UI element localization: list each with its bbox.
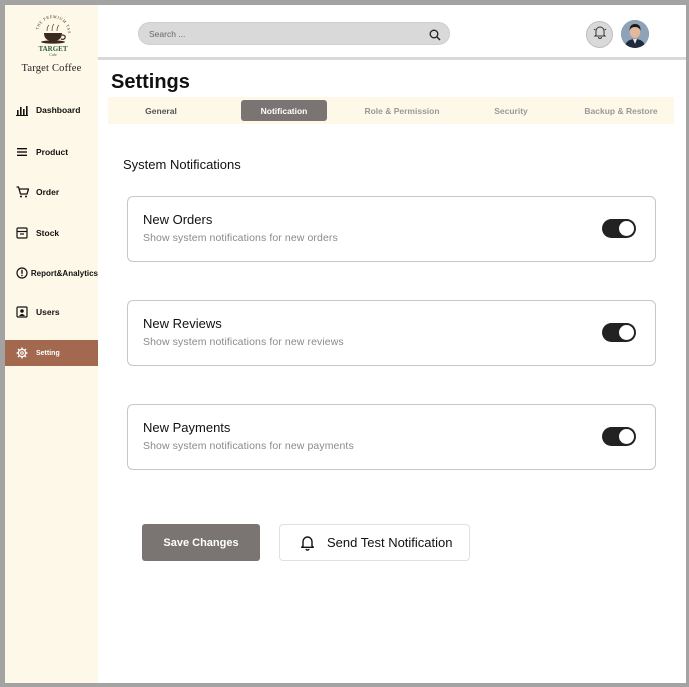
app-window: THE PREMIUM TASTE TARGET Cafe Target Cof… [5,5,686,683]
sidebar-item-label: Users [36,307,60,317]
send-test-label: Send Test Notification [327,535,453,550]
archive-box-icon [14,225,30,241]
new-reviews-toggle[interactable] [602,323,636,342]
sidebar-item-label: Report&Analytics [30,268,98,278]
brand-name: Target Coffee [21,63,82,74]
search-icon[interactable] [429,28,441,41]
tab-notification[interactable]: Notification [241,100,327,121]
settings-tabs: General Notification Role & Permission S… [108,97,674,124]
sidebar-item-label: Product [36,147,69,157]
notification-button[interactable] [586,21,613,48]
sidebar-item-label: Stock [36,228,60,238]
tab-security[interactable]: Security [478,97,544,124]
sidebar: THE PREMIUM TASTE TARGET Cafe Target Cof… [5,5,98,683]
sidebar-item-setting[interactable]: Setting [5,340,98,366]
sidebar-item-product[interactable]: Product [5,139,98,165]
brand-logo: THE PREMIUM TASTE TARGET Cafe [30,9,74,57]
search-bar[interactable] [138,22,450,45]
sidebar-item-label: Setting [36,349,60,357]
sidebar-item-stock[interactable]: Stock [5,220,98,246]
save-changes-button[interactable]: Save Changes [142,524,260,561]
menu-lines-icon [14,144,30,160]
toggle-knob [619,429,634,444]
user-card-icon [14,304,30,320]
cart-icon [14,184,30,200]
bell-icon [593,25,607,44]
tab-role-permission[interactable]: Role & Permission [354,97,450,124]
section-title: System Notifications [123,157,241,172]
sidebar-item-dashboard[interactable]: Dashboard [5,97,98,123]
toggle-knob [619,325,634,340]
sidebar-item-report-analytics[interactable]: Report&Analytics [5,260,98,286]
gear-icon [14,345,30,361]
search-input[interactable] [149,23,419,44]
bell-icon [300,535,316,551]
card-title: New Reviews [143,316,222,331]
svg-text:Cafe: Cafe [49,52,57,57]
notification-card-new-orders: New Orders Show system notifications for… [127,196,656,262]
tab-general[interactable]: General [118,97,204,124]
tab-backup-restore[interactable]: Backup & Restore [574,97,668,124]
send-test-notification-button[interactable]: Send Test Notification [279,524,470,561]
card-title: New Payments [143,420,231,435]
notification-card-new-reviews: New Reviews Show system notifications fo… [127,300,656,366]
card-description: Show system notifications for new paymen… [143,440,354,452]
sidebar-item-users[interactable]: Users [5,299,98,325]
notification-card-new-payments: New Payments Show system notifications f… [127,404,656,470]
toggle-knob [619,221,634,236]
top-header [98,5,686,60]
bar-chart-icon [14,102,30,118]
card-title: New Orders [143,212,213,227]
sidebar-item-label: Order [36,187,60,197]
new-payments-toggle[interactable] [602,427,636,446]
card-description: Show system notifications for new review… [143,336,344,348]
sidebar-item-label: Dashboard [36,105,81,115]
card-description: Show system notifications for new orders [143,232,338,244]
user-avatar[interactable] [621,20,649,48]
sidebar-item-order[interactable]: Order [5,179,98,205]
page-title: Settings [111,71,190,93]
new-orders-toggle[interactable] [602,219,636,238]
info-circle-icon [14,265,30,281]
